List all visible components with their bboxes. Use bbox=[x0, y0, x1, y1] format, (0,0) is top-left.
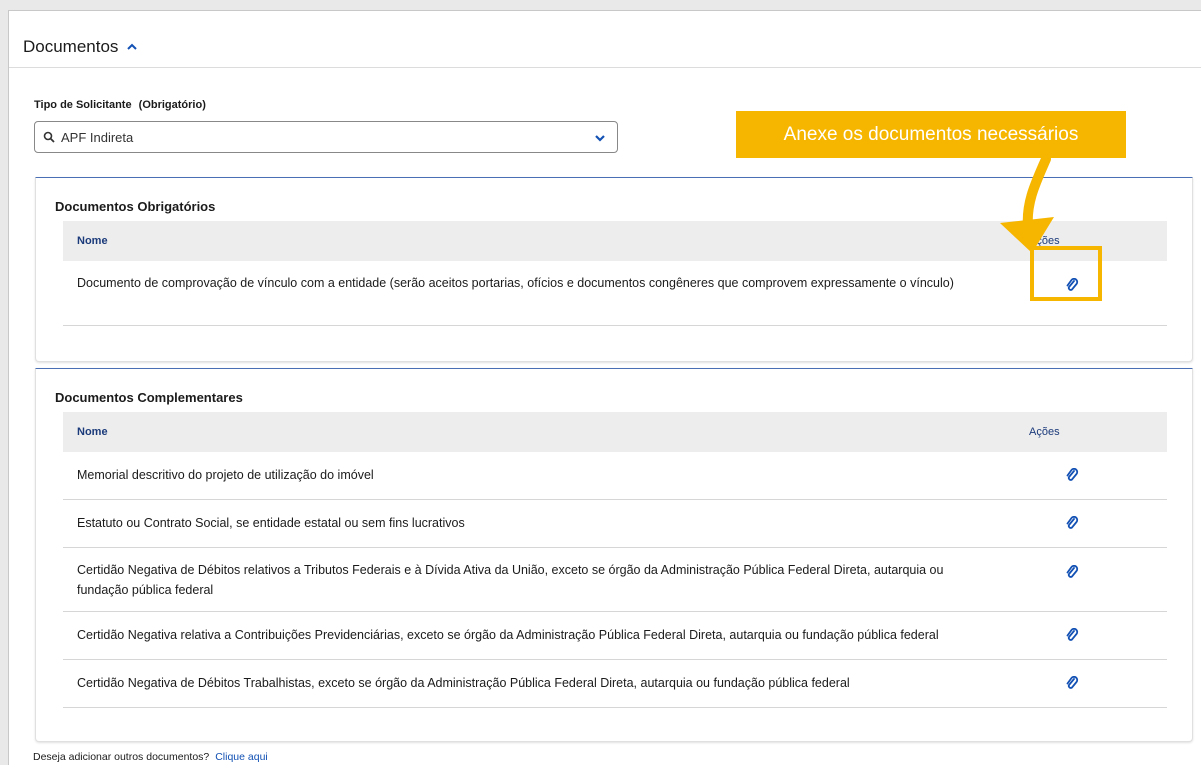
callout-text: Anexe os documentos necessários bbox=[783, 123, 1079, 145]
document-name: Estatuto ou Contrato Social, se entidade… bbox=[77, 516, 465, 530]
paperclip-icon[interactable] bbox=[1065, 468, 1079, 484]
search-icon bbox=[43, 131, 55, 143]
document-name: Memorial descritivo do projeto de utiliz… bbox=[77, 468, 374, 482]
divider bbox=[9, 67, 1201, 68]
paperclip-icon[interactable] bbox=[1065, 516, 1079, 532]
document-name: Documento de comprovação de vínculo com … bbox=[77, 276, 954, 290]
document-name: Certidão Negativa relativa a Contribuiçõ… bbox=[77, 628, 939, 642]
column-name: Nome bbox=[77, 426, 108, 438]
complementary-documents-card: Documentos Complementares Nome Ações Mem… bbox=[35, 368, 1193, 742]
table-row: Memorial descritivo do projeto de utiliz… bbox=[63, 452, 1167, 500]
column-name: Nome bbox=[77, 235, 108, 247]
chevron-up-icon bbox=[127, 43, 138, 50]
tipo-solicitante-input[interactable] bbox=[59, 128, 563, 146]
column-actions: Ações bbox=[1029, 426, 1060, 438]
highlight-box bbox=[1030, 246, 1102, 301]
curved-arrow-icon bbox=[1000, 157, 1054, 253]
table-row: Estatuto ou Contrato Social, se entidade… bbox=[63, 500, 1167, 548]
card-title: Documentos Obrigatórios bbox=[55, 199, 216, 214]
card-title: Documentos Complementares bbox=[55, 390, 243, 405]
add-documents-link[interactable]: Clique aqui bbox=[215, 751, 268, 763]
callout-banner: Anexe os documentos necessários bbox=[736, 111, 1126, 158]
table-row: Certidão Negativa de Débitos relativos a… bbox=[63, 548, 1167, 612]
chevron-down-icon[interactable] bbox=[593, 131, 607, 145]
footer-question: Deseja adicionar outros documentos? bbox=[33, 751, 210, 763]
table-header: Nome Ações bbox=[63, 412, 1167, 452]
paperclip-icon[interactable] bbox=[1065, 628, 1079, 644]
section-toggle[interactable]: Documentos bbox=[23, 37, 138, 57]
table-row: Certidão Negativa de Débitos Trabalhista… bbox=[63, 660, 1167, 708]
field-label: Tipo de Solicitante (Obrigatório) bbox=[34, 99, 206, 111]
footer: Deseja adicionar outros documentos? Cliq… bbox=[33, 751, 268, 763]
document-name: Certidão Negativa de Débitos Trabalhista… bbox=[77, 676, 850, 690]
table-row: Certidão Negativa relativa a Contribuiçõ… bbox=[63, 612, 1167, 660]
document-name: Certidão Negativa de Débitos relativos a… bbox=[77, 563, 944, 597]
paperclip-icon[interactable] bbox=[1065, 565, 1079, 581]
field-label-text: Tipo de Solicitante bbox=[34, 99, 132, 111]
paperclip-icon[interactable] bbox=[1065, 676, 1079, 692]
tipo-solicitante-select[interactable] bbox=[34, 121, 618, 153]
section-title: Documentos bbox=[23, 37, 119, 56]
required-marker: (Obrigatório) bbox=[138, 99, 206, 111]
table-row: Documento de comprovação de vínculo com … bbox=[63, 261, 1167, 326]
